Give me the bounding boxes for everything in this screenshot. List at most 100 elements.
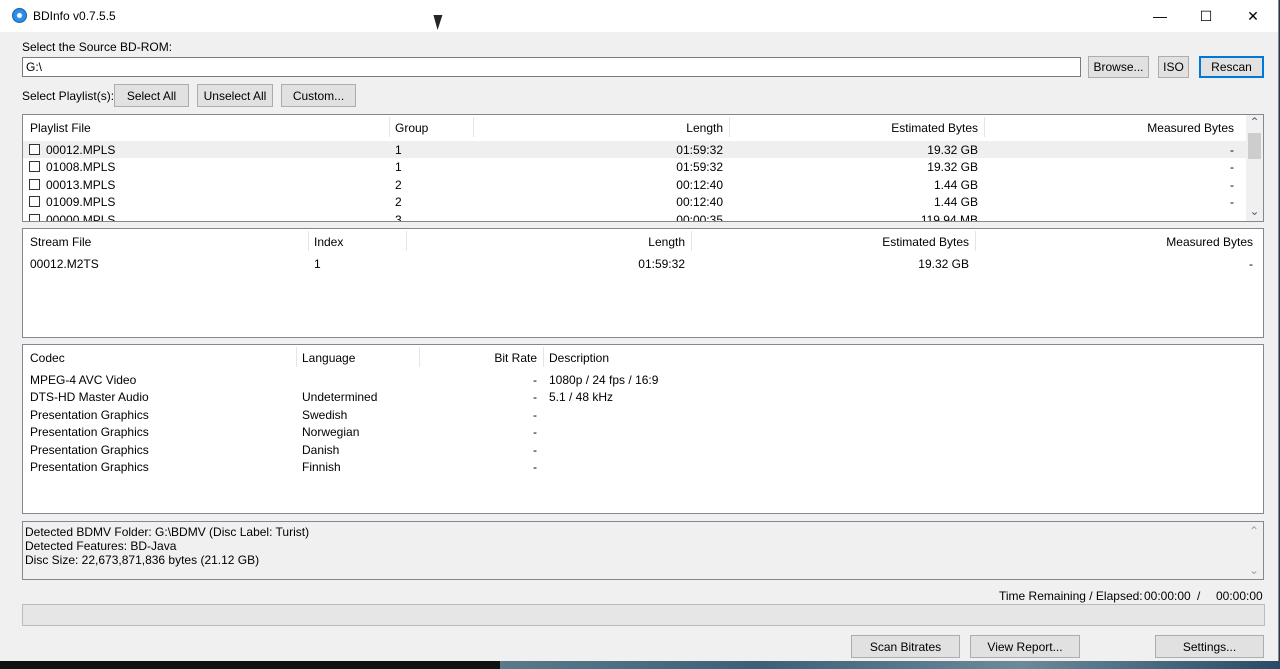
col-length[interactable]: Length	[406, 235, 685, 249]
playlist-row[interactable]: 00013.MPLS 2 00:12:40 1.44 GB -	[23, 176, 1263, 193]
bdinfo-app-icon	[12, 8, 27, 23]
playlist-row[interactable]: 01008.MPLS 1 01:59:32 19.32 GB -	[23, 158, 1263, 175]
col-index[interactable]: Index	[314, 235, 343, 249]
codec-row[interactable]: Presentation Graphics Norwegian -	[23, 423, 1263, 440]
stream-file: 00012.M2TS	[30, 257, 99, 271]
stream-list[interactable]: Stream File Index Length Estimated Bytes…	[22, 228, 1264, 338]
stream-header: Stream File Index Length Estimated Bytes…	[23, 229, 1263, 253]
report-scroll-down-icon[interactable]: ⌄	[1249, 563, 1259, 577]
col-estimated-bytes[interactable]: Estimated Bytes	[729, 121, 978, 135]
playlist-length: 00:12:40	[676, 195, 723, 209]
playlist-checkbox[interactable]	[29, 161, 40, 172]
report-textbox[interactable]: Detected BDMV Folder: G:\BDMV (Disc Labe…	[22, 521, 1264, 580]
codec-list[interactable]: Codec Language Bit Rate Description MPEG…	[22, 344, 1264, 514]
playlist-checkbox[interactable]	[29, 196, 40, 207]
col-stream-file[interactable]: Stream File	[30, 235, 91, 249]
playlist-est-bytes: 1.44 GB	[933, 178, 978, 192]
playlist-group: 1	[395, 160, 402, 174]
codec-name: Presentation Graphics	[30, 425, 149, 439]
maximize-button[interactable]: ☐	[1183, 0, 1229, 32]
stream-row[interactable]: 00012.M2TS 1 01:59:32 19.32 GB -	[23, 255, 1263, 272]
codec-name: DTS-HD Master Audio	[30, 390, 149, 404]
codec-bit-rate: -	[533, 460, 537, 474]
playlist-est-bytes: 19.32 GB	[927, 143, 978, 157]
codec-language: Norwegian	[302, 425, 360, 439]
playlist-row[interactable]: 00000.MPLS 3 00:00:35 119.94 MB	[23, 211, 1263, 222]
codec-language: Swedish	[302, 408, 348, 422]
col-description[interactable]: Description	[549, 351, 609, 365]
col-language[interactable]: Language	[302, 351, 355, 365]
playlist-meas-bytes: -	[1230, 178, 1234, 192]
codec-bit-rate: -	[533, 408, 537, 422]
browse-button[interactable]: Browse...	[1088, 56, 1149, 78]
minimize-button[interactable]: —	[1137, 0, 1183, 32]
col-measured-bytes[interactable]: Measured Bytes	[975, 235, 1253, 249]
playlist-file: 01009.MPLS	[46, 195, 116, 209]
source-path-input[interactable]: G:\	[22, 57, 1081, 77]
unselect-all-button[interactable]: Unselect All	[197, 84, 273, 107]
codec-bit-rate: -	[533, 390, 537, 404]
col-codec[interactable]: Codec	[30, 351, 65, 365]
settings-button[interactable]: Settings...	[1155, 635, 1264, 658]
codec-header: Codec Language Bit Rate Description	[23, 345, 1263, 369]
playlist-file: 00013.MPLS	[46, 178, 116, 192]
col-measured-bytes[interactable]: Measured Bytes	[984, 121, 1234, 135]
col-bit-rate[interactable]: Bit Rate	[419, 351, 537, 365]
codec-language: Undetermined	[302, 390, 378, 404]
desktop-background	[0, 661, 500, 669]
col-group[interactable]: Group	[395, 121, 428, 135]
col-playlist-file[interactable]: Playlist File	[30, 121, 91, 135]
playlist-group: 2	[395, 195, 402, 209]
scan-progress-bar	[22, 604, 1265, 626]
codec-row[interactable]: Presentation Graphics Danish -	[23, 441, 1263, 458]
scan-bitrates-button[interactable]: Scan Bitrates	[851, 635, 960, 658]
playlist-row[interactable]: 01009.MPLS 2 00:12:40 1.44 GB -	[23, 193, 1263, 210]
custom-button[interactable]: Custom...	[281, 84, 356, 107]
view-report-button[interactable]: View Report...	[970, 635, 1080, 658]
playlist-meas-bytes: -	[1230, 143, 1234, 157]
playlist-file: 00012.MPLS	[46, 143, 116, 157]
bdinfo-window: BDInfo v0.7.5.5 — ☐ ✕ Select the Source …	[0, 0, 1279, 661]
time-separator: /	[1197, 589, 1201, 603]
playlist-scrollbar[interactable]: ⌃ ⌄	[1246, 115, 1263, 221]
codec-row[interactable]: MPEG-4 AVC Video - 1080p / 24 fps / 16:9	[23, 371, 1263, 388]
desktop-wallpaper	[500, 661, 1280, 669]
time-remaining-label: Time Remaining / Elapsed:	[999, 589, 1143, 603]
codec-name: MPEG-4 AVC Video	[30, 373, 137, 387]
playlist-length: 00:00:35	[676, 213, 723, 222]
playlist-checkbox[interactable]	[29, 214, 40, 221]
scroll-thumb[interactable]	[1248, 133, 1261, 159]
codec-row[interactable]: DTS-HD Master Audio Undetermined - 5.1 /…	[23, 388, 1263, 405]
window-title: BDInfo v0.7.5.5	[33, 9, 116, 23]
codec-name: Presentation Graphics	[30, 460, 149, 474]
codec-bit-rate: -	[533, 443, 537, 457]
col-length[interactable]: Length	[473, 121, 723, 135]
codec-bit-rate: -	[533, 425, 537, 439]
playlist-length: 01:59:32	[676, 143, 723, 157]
report-line: Disc Size: 22,673,871,836 bytes (21.12 G…	[25, 553, 260, 567]
codec-bit-rate: -	[533, 373, 537, 387]
close-button[interactable]: ✕	[1230, 0, 1276, 32]
iso-button[interactable]: ISO	[1158, 56, 1189, 78]
codec-row[interactable]: Presentation Graphics Swedish -	[23, 406, 1263, 423]
select-all-button[interactable]: Select All	[114, 84, 189, 107]
codec-name: Presentation Graphics	[30, 443, 149, 457]
scroll-up-arrow-icon[interactable]: ⌃	[1246, 115, 1263, 132]
col-estimated-bytes[interactable]: Estimated Bytes	[691, 235, 969, 249]
playlist-checkbox[interactable]	[29, 144, 40, 155]
playlist-meas-bytes: -	[1230, 195, 1234, 209]
playlist-group: 2	[395, 178, 402, 192]
rescan-button[interactable]: Rescan	[1199, 56, 1264, 78]
report-scroll-up-icon[interactable]: ⌃	[1249, 524, 1259, 538]
time-elapsed-value: 00:00:00	[1216, 589, 1263, 603]
codec-description: 5.1 / 48 kHz	[549, 390, 614, 404]
scroll-down-arrow-icon[interactable]: ⌄	[1246, 204, 1263, 221]
title-bar: BDInfo v0.7.5.5 — ☐ ✕	[0, 0, 1278, 32]
playlist-row[interactable]: 00012.MPLS 1 01:59:32 19.32 GB -	[23, 141, 1263, 158]
playlist-checkbox[interactable]	[29, 179, 40, 190]
playlist-file: 01008.MPLS	[46, 160, 116, 174]
playlist-list[interactable]: Playlist File Group Length Estimated Byt…	[22, 114, 1264, 222]
playlist-group: 1	[395, 143, 402, 157]
playlist-est-bytes: 1.44 GB	[933, 195, 978, 209]
codec-row[interactable]: Presentation Graphics Finnish -	[23, 458, 1263, 475]
